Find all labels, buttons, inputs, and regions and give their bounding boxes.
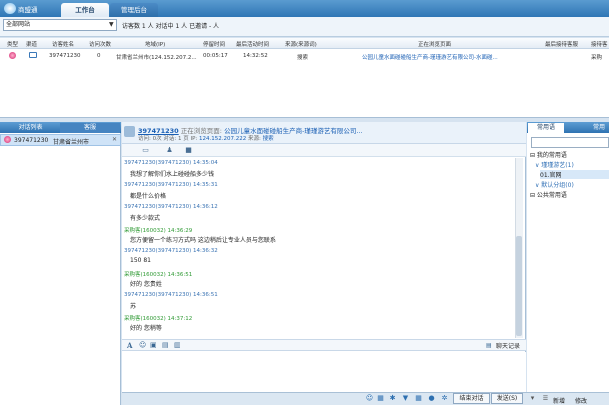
visitor-ip: 124.152.207.222	[199, 136, 247, 142]
visit-stats: 访问: 0次 对话: 1	[138, 136, 182, 142]
screenshot-icon[interactable]: ▤	[162, 341, 169, 350]
file-icon[interactable]: ▥	[174, 341, 181, 350]
visitor-source: 搜索	[262, 136, 274, 142]
phrase-tree-item[interactable]: ∨ 瑾瑾游艺(1)	[535, 160, 574, 169]
grid-icon[interactable]: ▦	[414, 394, 423, 403]
visitor-status-text: 访客数 1 人 对话中 1 人 已邀请 - 人	[122, 23, 220, 30]
tab-agents[interactable]: 客服	[60, 123, 120, 133]
phrase-search-input[interactable]	[531, 137, 609, 148]
message-meta: 采购客(160032) 14:36:29	[124, 228, 193, 234]
chat-toolbar	[122, 144, 526, 157]
site-select[interactable]: 全部网站	[3, 19, 117, 31]
ball-icon[interactable]: ●	[427, 394, 436, 403]
col-name[interactable]: 访客姓名	[52, 40, 74, 48]
tab-workbench[interactable]: 工作台	[61, 3, 109, 17]
col-visits[interactable]: 访问次数	[89, 40, 111, 48]
col-type[interactable]: 类型	[7, 40, 18, 48]
shirt-icon[interactable]: ▼	[401, 394, 410, 403]
scrollbar-thumb[interactable]	[516, 236, 522, 336]
cell-stay: 00:05:17	[203, 53, 228, 59]
phrase-tree-item[interactable]: ⊟ 公共常用语	[530, 190, 567, 199]
edit-phrase-button[interactable]: 修改	[575, 396, 587, 405]
message-list: 397471230(397471230) 14:35:04 我想了解你们水上碰碰船…	[124, 158, 514, 338]
folder-icon[interactable]: ▭	[141, 146, 150, 154]
message-text: 150 81	[130, 257, 151, 264]
ip-label: 页 IP:	[183, 136, 198, 142]
send-button[interactable]: 发送(S)	[491, 393, 523, 404]
col-source[interactable]: 来源(来源词)	[285, 40, 317, 48]
emoji-icon[interactable]: ☺	[139, 341, 146, 350]
cell-region: 甘肃省兰州市(124.152.207.2...	[116, 55, 197, 61]
col-stay[interactable]: 停留时间	[203, 40, 225, 48]
app-logo-icon	[4, 3, 16, 14]
message-meta: 397471230(397471230) 14:35:31	[124, 182, 218, 188]
gear-icon[interactable]: ✲	[440, 394, 449, 403]
close-icon[interactable]: ✕	[112, 136, 117, 143]
message-text: 好的 您稍等	[130, 325, 162, 332]
message-meta: 采购客(160032) 14:37:12	[124, 316, 193, 322]
message-meta: 397471230(397471230) 14:35:04	[124, 160, 218, 166]
message-text: 都是什么价格	[130, 193, 167, 200]
phrase-tree-item[interactable]: ∨ 默认分组(0)	[535, 180, 574, 189]
col-page[interactable]: 正在浏览页面	[418, 40, 451, 48]
conversation-panel	[0, 122, 121, 405]
chevron-down-icon[interactable]: ▼	[109, 21, 114, 28]
history-icon[interactable]: ▤	[486, 341, 492, 350]
editor-toolbar	[122, 339, 526, 351]
cell-visits: 0	[97, 53, 101, 59]
message-meta: 397471230(397471230) 14:36:51	[124, 292, 218, 298]
cell-name: 397471230	[49, 53, 81, 59]
menu-icon[interactable]: ☰	[541, 394, 550, 403]
app-name: 商盟通	[18, 6, 38, 14]
message-meta: 采购客(160032) 14:36:51	[124, 272, 193, 278]
cell-last-active: 14:32:52	[243, 53, 268, 59]
smiley-icon[interactable]: ☺	[365, 394, 374, 403]
visitor-status-icon	[9, 52, 16, 59]
tab-common-2[interactable]: 常用	[584, 123, 609, 133]
tab-conversation-list[interactable]: 对话列表	[2, 123, 59, 133]
col-channel[interactable]: 渠道	[26, 40, 37, 48]
source-label: 来源:	[248, 136, 261, 142]
phrase-tree-item[interactable]: ⊟ 我的常用语	[530, 150, 567, 159]
chevron-down-icon[interactable]: ▾	[528, 394, 537, 403]
image-icon[interactable]: ▣	[150, 341, 157, 350]
font-icon[interactable]: A	[127, 341, 132, 350]
col-last-active[interactable]: 最后活动时间	[236, 40, 269, 48]
tab-admin[interactable]: 管理后台	[110, 3, 158, 17]
message-text: 有多少款式	[130, 215, 161, 222]
cell-page[interactable]: 公园儿童水面碰碰船生产商-瑾瑾游艺有限公司-水面碰...	[362, 53, 498, 61]
cell-source: 搜索	[297, 55, 309, 61]
message-text: 好的 您贵姓	[130, 281, 162, 288]
chat-history-link[interactable]: 聊天记录	[496, 341, 520, 350]
tab-common-phrases[interactable]: 常用语	[528, 123, 564, 133]
message-meta: 397471230(397471230) 14:36:32	[124, 248, 218, 254]
message-text: 苏	[130, 303, 137, 310]
col-last-agent[interactable]: 最后接待客服	[545, 40, 578, 48]
lock-icon[interactable]: ■	[184, 146, 193, 154]
new-phrase-button[interactable]: 新增	[553, 396, 565, 405]
conversation-visitor-id: 397471230	[14, 137, 49, 144]
message-meta: 397471230(397471230) 14:36:12	[124, 204, 218, 210]
visitor-status-icon	[4, 136, 11, 143]
message-input[interactable]	[122, 352, 526, 392]
end-conversation-button[interactable]: 结束对话	[453, 393, 490, 404]
avatar	[124, 126, 135, 137]
transfer-user-icon[interactable]: ♟	[165, 146, 174, 154]
phrase-tree: ⊟ 我的常用语 ∨ 瑾瑾游艺(1) 01.官网 ∨ 默认分组(0) ⊟ 公共常用语	[530, 150, 609, 210]
message-text: 您方便留一个练习方式吗 这边稍后让专业人员与您联系	[130, 237, 276, 244]
computer-icon	[29, 52, 37, 58]
chat-header-line2: 访问: 0次 对话: 1 页 IP: 124.152.207.222 来源: 搜…	[138, 134, 274, 142]
cell-receiver: 采购	[591, 55, 603, 61]
phrase-tree-item[interactable]: 01.官网	[540, 170, 609, 179]
settings-icon[interactable]: ✱	[388, 394, 397, 403]
col-region[interactable]: 地域(IP)	[145, 40, 165, 48]
keyboard-icon[interactable]: ▦	[376, 394, 385, 403]
conversation-location: 甘肃省兰州市	[53, 139, 90, 146]
message-text: 我想了解你们水上碰碰船多少钱	[130, 171, 215, 178]
col-receiver[interactable]: 接待客	[591, 40, 608, 48]
